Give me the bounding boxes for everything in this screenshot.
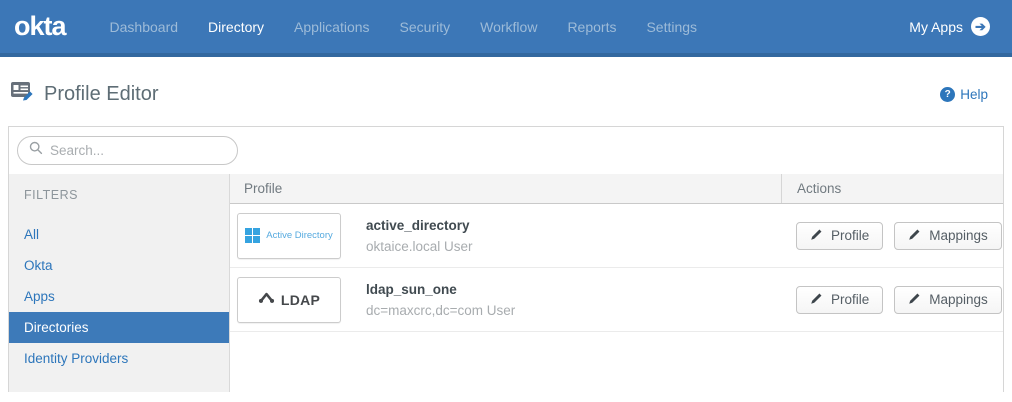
main-nav: Dashboard Directory Applications Securit… <box>110 19 698 35</box>
filter-item-okta[interactable]: Okta <box>9 250 229 281</box>
filter-item-all[interactable]: All <box>9 219 229 250</box>
nav-item-reports[interactable]: Reports <box>567 19 616 35</box>
arrow-right-circle-icon: ➔ <box>971 17 990 36</box>
top-navbar: okta Dashboard Directory Applications Se… <box>0 0 1012 57</box>
profile-subtitle: dc=maxcrc,dc=com User <box>366 303 515 318</box>
active-directory-logo-label: Active Directory <box>266 230 333 241</box>
profile-name: active_directory <box>366 218 473 233</box>
profile-button[interactable]: Profile <box>796 286 883 314</box>
column-header-profile: Profile <box>230 174 781 203</box>
table-row: Active Directory active_directory oktaic… <box>230 204 1003 268</box>
profile-editor-icon <box>10 81 34 108</box>
pencil-icon <box>908 228 921 244</box>
nav-item-workflow[interactable]: Workflow <box>480 19 537 35</box>
mappings-button[interactable]: Mappings <box>894 222 1002 250</box>
nav-item-settings[interactable]: Settings <box>646 19 697 35</box>
windows-icon <box>245 228 260 243</box>
profile-subtitle: oktaice.local User <box>366 239 473 254</box>
my-apps-label: My Apps <box>909 19 963 35</box>
nav-item-applications[interactable]: Applications <box>294 19 370 35</box>
filters-sidebar: FILTERS All Okta Apps Directories Identi… <box>9 174 230 392</box>
search-input[interactable] <box>50 143 227 158</box>
pencil-icon <box>908 292 921 308</box>
search-row <box>9 127 1003 174</box>
profiles-table: Profile Actions Active Directory active_… <box>230 174 1003 392</box>
page-title: Profile Editor <box>44 83 159 106</box>
search-icon <box>29 141 43 160</box>
mappings-button[interactable]: Mappings <box>894 286 1002 314</box>
ldap-logo: LDAP <box>237 277 341 323</box>
pencil-icon <box>810 228 823 244</box>
nav-item-security[interactable]: Security <box>400 19 451 35</box>
profile-button[interactable]: Profile <box>796 222 883 250</box>
filter-item-directories[interactable]: Directories <box>9 312 229 343</box>
search-box[interactable] <box>17 136 238 165</box>
column-header-actions: Actions <box>781 174 1003 203</box>
ldap-node-icon <box>258 291 275 309</box>
profile-editor-panel: FILTERS All Okta Apps Directories Identi… <box>8 126 1004 392</box>
ldap-logo-label: LDAP <box>281 292 320 308</box>
nav-item-dashboard[interactable]: Dashboard <box>110 19 179 35</box>
my-apps-button[interactable]: My Apps ➔ <box>909 17 990 36</box>
filters-heading: FILTERS <box>9 188 229 202</box>
table-empty-space <box>230 332 1003 392</box>
nav-item-directory[interactable]: Directory <box>208 19 264 35</box>
help-label: Help <box>960 87 988 102</box>
okta-logo[interactable]: okta <box>14 11 66 42</box>
filter-item-apps[interactable]: Apps <box>9 281 229 312</box>
active-directory-logo: Active Directory <box>237 213 341 259</box>
filter-item-identity-providers[interactable]: Identity Providers <box>9 343 229 374</box>
question-circle-icon: ? <box>940 87 955 102</box>
profile-name: ldap_sun_one <box>366 282 515 297</box>
pencil-icon <box>810 292 823 308</box>
help-link[interactable]: ? Help <box>940 87 988 102</box>
table-header-row: Profile Actions <box>230 174 1003 204</box>
table-row: LDAP ldap_sun_one dc=maxcrc,dc=com User … <box>230 268 1003 332</box>
page-header: Profile Editor ? Help <box>0 57 1012 126</box>
